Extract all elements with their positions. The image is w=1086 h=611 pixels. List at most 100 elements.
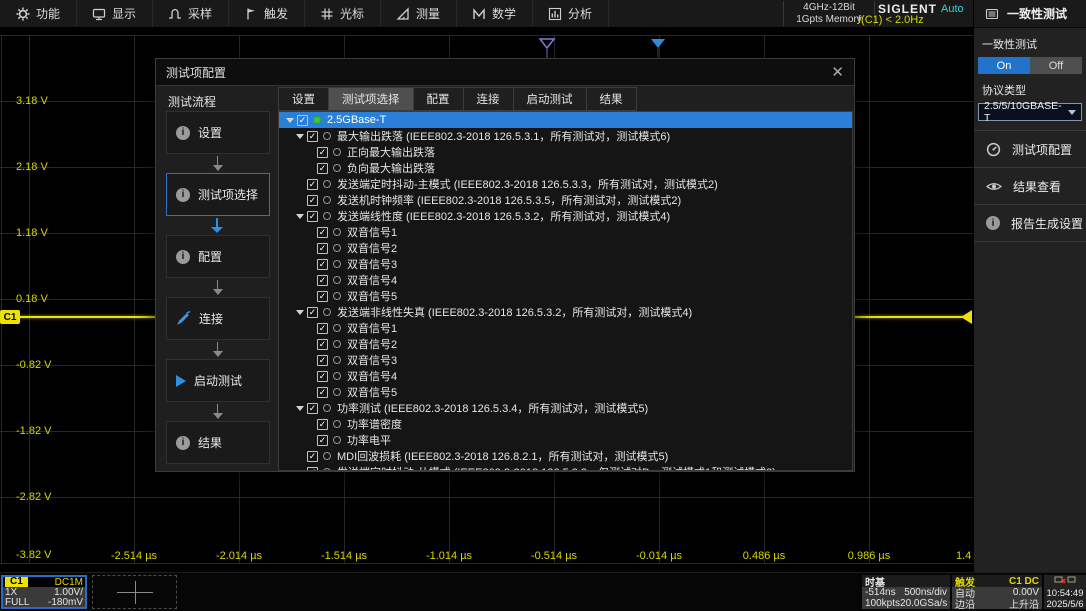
tab-results[interactable]: 结果	[586, 87, 637, 111]
caret-down-icon[interactable]	[296, 214, 304, 219]
flow-step-start-test[interactable]: 启动测试	[166, 359, 270, 402]
status-circle-icon	[323, 308, 331, 316]
menu-acquire[interactable]: 采样	[152, 0, 229, 27]
horizontal-reference-marker[interactable]	[538, 37, 556, 59]
caret-down-icon[interactable]	[296, 406, 304, 411]
checkbox-checked-icon[interactable]: ✓	[307, 307, 318, 318]
flow-step-configure[interactable]: i 配置	[166, 235, 270, 278]
tree-item[interactable]: ✓MDI回波损耗 (IEEE802.3-2018 126.8.2.1，所有测试对…	[279, 448, 852, 464]
tree-item-label: 双音信号1	[347, 320, 397, 336]
tree-item[interactable]: ✓功率谱密度	[279, 416, 852, 432]
menu-trigger[interactable]: 触发	[228, 0, 305, 27]
checkbox-checked-icon[interactable]: ✓	[317, 147, 328, 158]
tree-item[interactable]: ✓发送端非线性失真 (IEEE802.3-2018 126.5.3.2，所有测试…	[279, 304, 852, 320]
menu-measure[interactable]: 测量	[380, 0, 457, 27]
tab-test-select[interactable]: 测试项选择	[328, 87, 414, 111]
flow-arrow-down-icon	[166, 278, 270, 297]
dialog-title-bar[interactable]: 测试项配置 ✕	[156, 59, 854, 86]
time-tick-label: -0.014 µs	[636, 550, 682, 562]
add-channel-box[interactable]	[92, 575, 177, 609]
caret-down-icon[interactable]	[296, 134, 304, 139]
checkbox-checked-icon[interactable]: ✓	[297, 115, 308, 126]
tree-item[interactable]: ✓发送端定时抖动-主模式 (IEEE802.3-2018 126.5.3.3，所…	[279, 176, 852, 192]
tab-connect[interactable]: 连接	[463, 87, 514, 111]
tree-item-label: 负向最大输出跌落	[347, 160, 435, 176]
sidebar-item-report-settings[interactable]: i 报告生成设置	[974, 205, 1086, 242]
checkbox-checked-icon[interactable]: ✓	[317, 419, 328, 430]
cursors-icon	[320, 7, 334, 21]
tree-item[interactable]: ✓双音信号3	[279, 352, 852, 368]
tree-item[interactable]: ✓双音信号5	[279, 384, 852, 400]
checkbox-checked-icon[interactable]: ✓	[317, 227, 328, 238]
checkbox-checked-icon[interactable]: ✓	[317, 259, 328, 270]
compliance-panel-header[interactable]: 一致性测试	[974, 0, 1086, 28]
tab-configure[interactable]: 配置	[413, 87, 464, 111]
tree-item[interactable]: ✓双音信号4	[279, 368, 852, 384]
tree-item[interactable]: ✓ 负向最大输出跌落	[279, 160, 852, 176]
channel1-left-badge[interactable]: C1	[0, 310, 20, 324]
tree-item[interactable]: ✓功率测试 (IEEE802.3-2018 126.5.3.4，所有测试对，测试…	[279, 400, 852, 416]
tree-item[interactable]: ✓双音信号5	[279, 288, 852, 304]
tree-item[interactable]: ✓双音信号2	[279, 336, 852, 352]
checkbox-checked-icon[interactable]: ✓	[307, 179, 318, 190]
checkbox-checked-icon[interactable]: ✓	[307, 131, 318, 142]
checkbox-checked-icon[interactable]: ✓	[317, 275, 328, 286]
checkbox-checked-icon[interactable]: ✓	[317, 355, 328, 366]
timebase-descriptor[interactable]: 时基 -514ns 500ns/div 100kpts 20.0GSa/s	[862, 575, 950, 609]
close-icon[interactable]: ✕	[831, 65, 844, 80]
checkbox-checked-icon[interactable]: ✓	[307, 195, 318, 206]
tree-item[interactable]: ✓双音信号3	[279, 256, 852, 272]
on-button[interactable]: On	[978, 57, 1030, 74]
menu-cursors[interactable]: 光标	[304, 0, 381, 27]
checkbox-checked-icon[interactable]: ✓	[317, 387, 328, 398]
caret-down-icon[interactable]	[296, 310, 304, 315]
tree-item[interactable]: ✓功率电平	[279, 432, 852, 448]
checkbox-checked-icon[interactable]: ✓	[317, 323, 328, 334]
menu-math[interactable]: 数学	[456, 0, 533, 27]
checkbox-checked-icon[interactable]: ✓	[317, 435, 328, 446]
channel1-descriptor[interactable]: C1 DC1M 1X 1.00V/ FULL -180mV	[1, 575, 87, 609]
tree-item[interactable]: ✓正向最大输出跌落	[279, 144, 852, 160]
acquisition-status[interactable]: Auto	[941, 3, 964, 15]
checkbox-checked-icon[interactable]: ✓	[307, 451, 318, 462]
sidebar-item-test-config[interactable]: 测试项配置	[974, 131, 1086, 168]
trigger-position-marker[interactable]	[650, 38, 666, 60]
tree-item[interactable]: ✓最大输出跌落 (IEEE802.3-2018 126.5.3.1，所有测试对，…	[279, 128, 852, 144]
tree-item[interactable]: ✓发送端线性度 (IEEE802.3-2018 126.5.3.2，所有测试对，…	[279, 208, 852, 224]
tree-item[interactable]: ✓双音信号4	[279, 272, 852, 288]
tree-item[interactable]: ✓发送机时钟频率 (IEEE802.3-2018 126.5.3.5，所有测试对…	[279, 192, 852, 208]
voltage-tick-label: 1.18 V	[16, 227, 48, 239]
checkbox-checked-icon[interactable]: ✓	[307, 403, 318, 414]
menu-analysis[interactable]: 分析	[532, 0, 609, 27]
tree-item[interactable]: ✓ 双音信号1	[279, 320, 852, 336]
off-button[interactable]: Off	[1030, 57, 1082, 74]
menu-display[interactable]: 显示	[76, 0, 153, 27]
flow-step-test-select[interactable]: i 测试项选择	[166, 173, 270, 216]
clock-time: 10:54:49	[1044, 588, 1086, 599]
flow-step-connect[interactable]: 连接	[166, 297, 270, 340]
flow-step-results[interactable]: i 结果	[166, 421, 270, 464]
tab-start-test[interactable]: 启动测试	[513, 87, 587, 111]
caret-down-icon[interactable]	[286, 118, 294, 123]
tree-item[interactable]: ✓双音信号1	[279, 224, 852, 240]
tree-item[interactable]: ✓发送端定时抖动-从模式 (IEEE802.3-2018 126.5.3.3，仅…	[279, 464, 852, 471]
menu-utility[interactable]: 功能	[0, 0, 77, 27]
checkbox-checked-icon[interactable]: ✓	[317, 371, 328, 382]
checkbox-checked-icon[interactable]: ✓	[317, 163, 328, 174]
flow-step-setup[interactable]: i 设置	[166, 111, 270, 154]
tree-item[interactable]: ✓2.5GBase-T	[279, 112, 852, 128]
flow-step-label: 连接	[199, 310, 223, 327]
tab-setup[interactable]: 设置	[278, 87, 329, 111]
sidebar-item-results-view[interactable]: 结果查看	[974, 168, 1086, 205]
checkbox-checked-icon[interactable]: ✓	[317, 243, 328, 254]
checkbox-checked-icon[interactable]: ✓	[307, 467, 318, 472]
tree-item[interactable]: ✓双音信号2	[279, 240, 852, 256]
checkbox-checked-icon[interactable]: ✓	[307, 211, 318, 222]
protocol-type-dropdown[interactable]: 2.5/5/10GBASE-T	[978, 103, 1082, 121]
checkbox-checked-icon[interactable]: ✓	[317, 291, 328, 302]
trigger-descriptor[interactable]: 触发 C1 DC 自动 0.00V 边沿 上升沿	[952, 575, 1042, 609]
menu-acquire-label: 采样	[188, 5, 212, 22]
trigger-level-marker[interactable]	[961, 310, 972, 324]
checkbox-checked-icon[interactable]: ✓	[317, 339, 328, 350]
dialog-title: 测试项配置	[166, 64, 226, 81]
